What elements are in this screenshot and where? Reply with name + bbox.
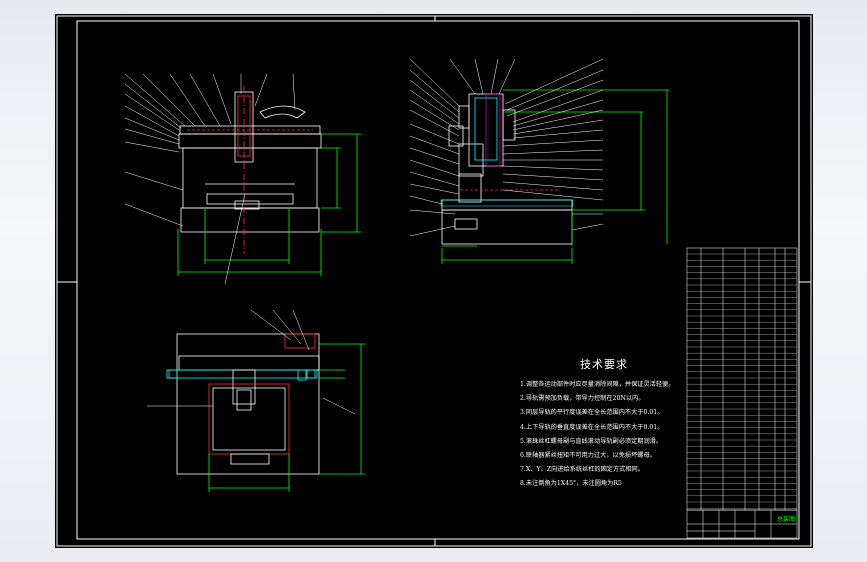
parts-list-rows — [687, 253, 797, 509]
drawing-sheet: 总装图 技术要求 1.调整各运动部件时应尽量消除间隙，并保证灵活轻便。 2.导轨… — [55, 14, 813, 548]
note-item: 2.导轨需预加负载，带导力控制在20N以内。 — [520, 395, 645, 403]
drawing-label: 总装图 — [777, 515, 795, 523]
technical-notes: 1.调整各运动部件时应尽量消除间隙，并保证灵活轻便。 2.导轨需预加负载，带导力… — [520, 378, 674, 492]
parts-list-table — [686, 247, 798, 511]
note-item: 3.同层导轨的平行度误差在全长范围内不大于0.01。 — [520, 409, 664, 417]
top-view — [147, 309, 365, 492]
note-item: 8.未注倒角为1X45°，未注圆角为R5 — [520, 480, 622, 488]
front-view — [124, 73, 361, 285]
note-item: 4.上下导轨的垂直度误差在全长范围内不大于0.01。 — [520, 423, 664, 431]
note-item: 1.调整各运动部件时应尽量消除间隙，并保证灵活轻便。 — [520, 381, 675, 388]
cad-viewport: 总装图 技术要求 1.调整各运动部件时应尽量消除间隙，并保证灵活轻便。 2.导轨… — [0, 0, 867, 562]
note-item: 5.滚珠丝杠螺母副与直线滚动导轨副必须定期润滑。 — [520, 437, 663, 445]
cad-drawing-canvas: 总装图 — [56, 15, 812, 547]
inner-frame — [76, 20, 800, 540]
outer-frame — [56, 15, 812, 547]
notes-title: 技术要求 — [580, 358, 628, 371]
note-item: 6.联轴器紧丝扭矩不可用力过大，以免损坏螺母。 — [520, 451, 656, 459]
title-block — [686, 509, 798, 539]
note-item: 7.X、Y、Z向进给系统丝杠的固定方式相同。 — [520, 466, 644, 474]
side-view — [409, 58, 669, 264]
